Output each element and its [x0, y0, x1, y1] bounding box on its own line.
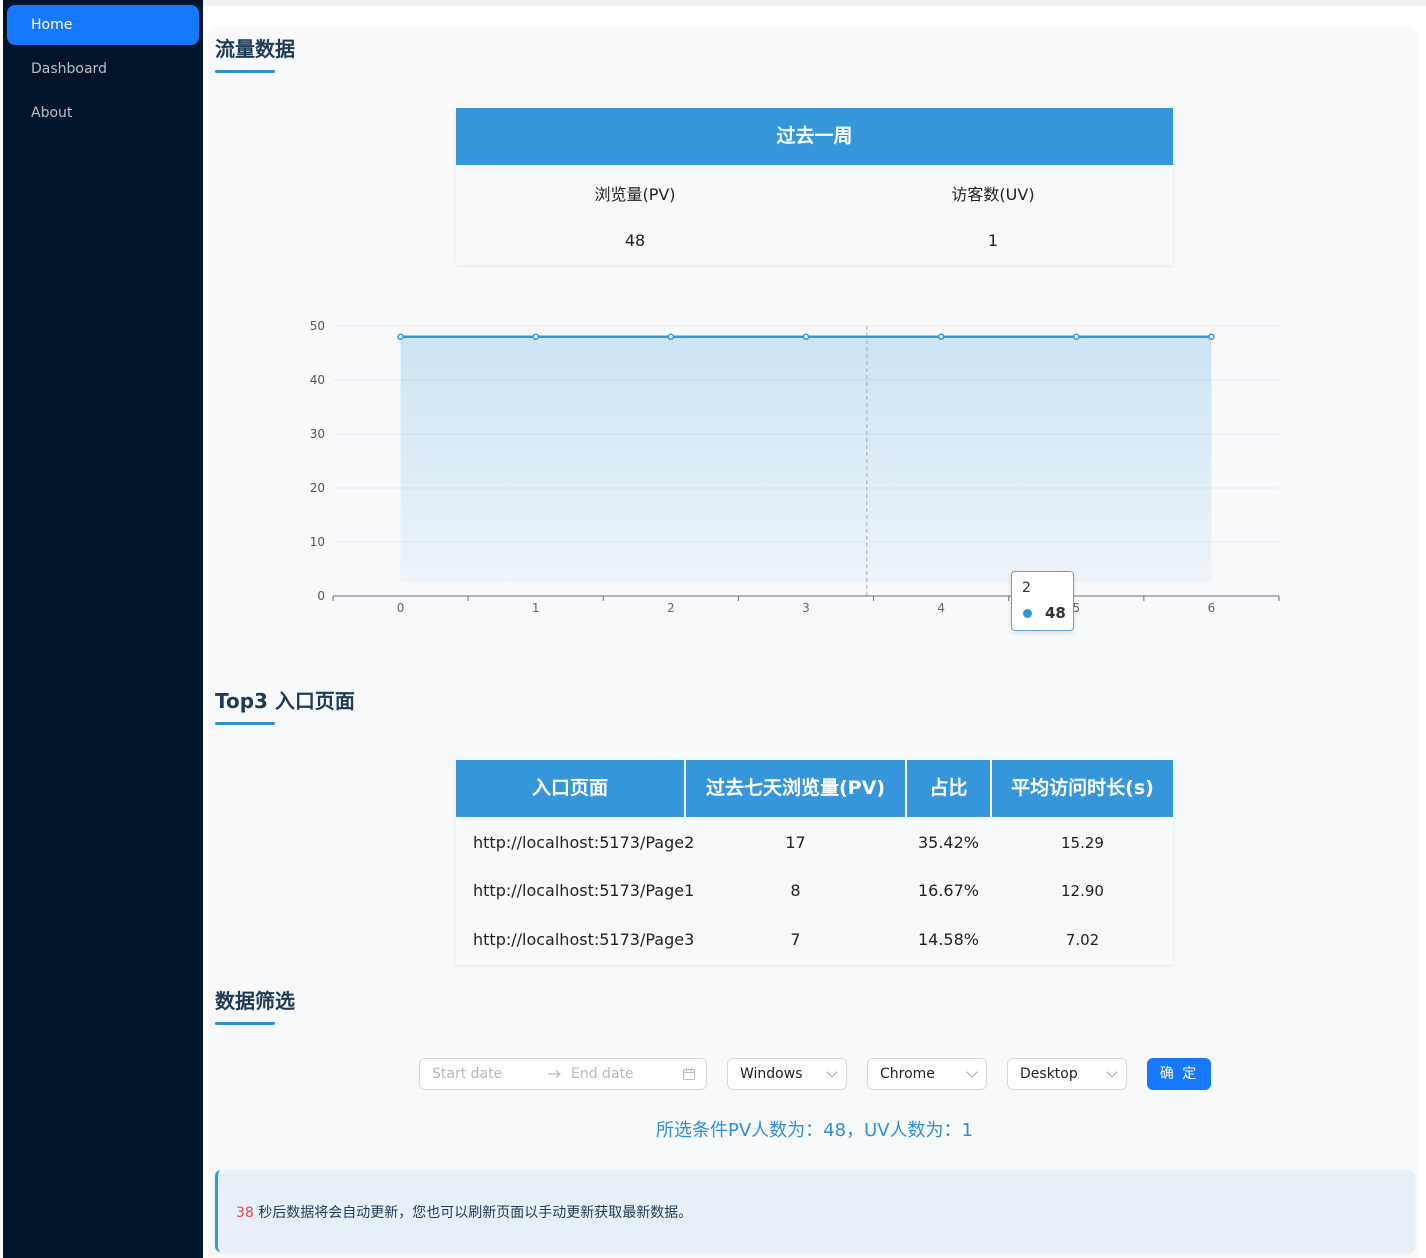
y-tick-label: 40 — [310, 373, 325, 387]
device-select[interactable]: Desktop — [1007, 1058, 1127, 1090]
x-tick-label: 6 — [1208, 601, 1216, 615]
cell-avg-duration: 15.29 — [1061, 834, 1104, 852]
confirm-button[interactable]: 确 定 — [1147, 1058, 1211, 1090]
cell-page: http://localhost:5173/Page2 — [473, 833, 695, 852]
sidebar: Home Dashboard About — [3, 0, 203, 1258]
filter-section-title: 数据筛选 — [215, 989, 295, 1013]
data-point — [397, 333, 404, 341]
x-tick-label: 1 — [532, 601, 540, 615]
uv-label: 访客数(UV) — [951, 185, 1035, 204]
device-select-value: Desktop — [1020, 1066, 1078, 1082]
auto-refresh-notice: 38 秒后数据将会自动更新，您也可以刷新页面以手动更新获取最新数据。 — [215, 1170, 1414, 1252]
data-point — [802, 333, 810, 341]
x-tick-label: 2 — [667, 601, 675, 615]
chart-x-tick-labels: 0123456 — [397, 601, 1215, 615]
cell-avg-duration: 12.90 — [1061, 882, 1104, 900]
notice-text: 38 秒后数据将会自动更新，您也可以刷新页面以手动更新获取最新数据。 — [236, 1202, 692, 1222]
cell-ratio: 14.58% — [917, 930, 979, 949]
cell-ratio: 35.42% — [917, 833, 979, 852]
filter-result-text: 所选条件PV人数为：48，UV人数为：1 — [655, 1120, 973, 1141]
traffic-title-underline — [215, 70, 275, 73]
pv-label: 浏览量(PV) — [594, 185, 676, 204]
y-tick-label: 0 — [317, 589, 325, 603]
cell-avg-duration: 7.02 — [1065, 931, 1100, 949]
data-point — [1208, 333, 1215, 341]
top3-title-underline — [215, 722, 275, 725]
date-range-picker[interactable]: Start date End date — [419, 1058, 707, 1090]
x-tick-label: 4 — [937, 601, 945, 615]
y-tick-label: 10 — [310, 535, 325, 549]
os-select-value: Windows — [740, 1066, 803, 1082]
countdown-seconds: 38 — [236, 1205, 254, 1221]
weekly-stats-card: 过去一周 浏览量(PV) 访客数(UV) 48 1 — [456, 108, 1173, 265]
cell-pv: 17 — [785, 833, 806, 852]
calendar-icon — [682, 1068, 696, 1081]
cell-pv: 7 — [790, 930, 801, 949]
sidebar-item-about[interactable]: About — [7, 93, 199, 133]
notice-message: 秒后数据将会自动更新，您也可以刷新页面以手动更新获取最新数据。 — [253, 1205, 693, 1221]
chevron-down-icon — [826, 1066, 838, 1078]
x-tick-label: 0 — [397, 601, 405, 615]
col-header-ratio: 占比 — [907, 760, 990, 817]
end-date-input[interactable]: End date — [571, 1059, 634, 1089]
area-fill — [400, 336, 1212, 582]
data-point — [1073, 333, 1080, 341]
chevron-down-icon — [1106, 1066, 1118, 1078]
y-tick-label: 50 — [310, 319, 325, 333]
top-strip — [203, 0, 1426, 6]
x-tick-label: 3 — [802, 601, 810, 615]
period-header: 过去一周 — [456, 108, 1173, 165]
tooltip-x-label: 2 — [1022, 580, 1031, 596]
traffic-section-title: 流量数据 — [215, 37, 295, 61]
data-point — [937, 333, 945, 341]
chart-area-fill — [400, 336, 1212, 582]
cell-page: http://localhost:5173/Page3 — [473, 930, 695, 949]
cell-page: http://localhost:5173/Page1 — [473, 881, 695, 900]
top3-table: 入口页面 过去七天浏览量(PV) 占比 平均访问时长(s) http://loc… — [456, 760, 1173, 965]
uv-value: 1 — [987, 231, 999, 250]
cell-pv: 8 — [790, 881, 801, 900]
top3-section-title: Top3 入口页面 — [215, 689, 355, 713]
browser-select-value: Chrome — [880, 1066, 935, 1082]
pv-value: 48 — [624, 231, 646, 250]
tooltip-value: 48 — [1045, 604, 1066, 622]
chart-tooltip: 2 48 — [1011, 571, 1074, 631]
sidebar-item-dashboard[interactable]: Dashboard — [7, 49, 199, 89]
filter-title-underline — [215, 1022, 275, 1025]
chart-y-tick-labels: 0 10 20 30 40 50 — [310, 319, 325, 603]
os-select[interactable]: Windows — [727, 1058, 847, 1090]
chevron-down-icon — [966, 1066, 978, 1078]
tooltip-series-dot-icon — [1023, 609, 1032, 618]
data-point — [532, 333, 539, 341]
col-header-entry-page: 入口页面 — [456, 760, 684, 817]
browser-select[interactable]: Chrome — [867, 1058, 987, 1090]
y-tick-label: 20 — [310, 481, 325, 495]
cell-ratio: 16.67% — [917, 881, 979, 900]
y-tick-label: 30 — [310, 427, 325, 441]
data-point — [667, 333, 675, 341]
pv-trend-chart[interactable]: 01020304050 0123456 — [300, 300, 1300, 630]
sidebar-item-home[interactable]: Home — [7, 5, 199, 45]
start-date-input[interactable]: Start date — [432, 1059, 502, 1089]
col-header-pv: 过去七天浏览量(PV) — [686, 760, 905, 817]
col-header-avg-duration: 平均访问时长(s) — [992, 760, 1173, 817]
arrow-right-icon — [548, 1070, 561, 1078]
